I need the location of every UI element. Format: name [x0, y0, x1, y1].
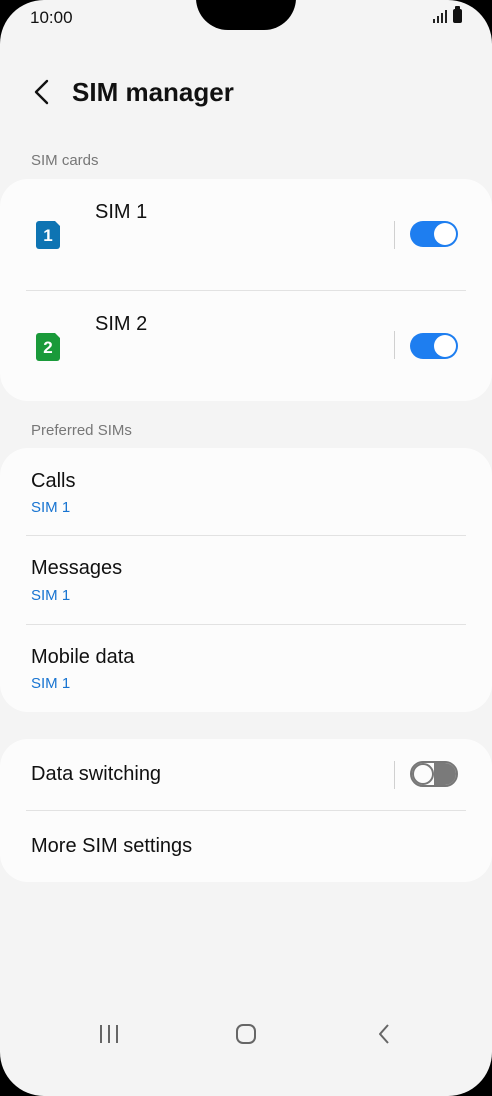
battery-icon — [453, 6, 462, 23]
preferred-calls-row[interactable]: Calls SIM 1 — [0, 448, 492, 536]
section-label-preferred-sims: Preferred SIMs — [31, 422, 132, 439]
back-button[interactable] — [26, 76, 58, 108]
screen: 10:00 SIM manager SIM cards 1 SIM 1 2 SI… — [0, 0, 492, 1096]
sim-1-icon: 1 — [36, 220, 61, 249]
status-time: 10:00 — [30, 8, 73, 27]
mobile-data-value: SIM 1 — [31, 675, 71, 692]
vertical-divider — [394, 761, 395, 789]
sim-1-name: SIM 1 — [95, 201, 148, 223]
chevron-left-icon — [34, 79, 49, 105]
home-icon — [236, 1024, 256, 1044]
messages-title: Messages — [31, 557, 123, 579]
page-title: SIM manager — [72, 77, 234, 107]
sim-cards-card: 1 SIM 1 2 SIM 2 — [0, 179, 492, 401]
more-sim-settings-row[interactable]: More SIM settings — [0, 811, 492, 882]
recents-button[interactable] — [79, 1004, 139, 1064]
more-sim-settings-title: More SIM settings — [31, 835, 193, 857]
camera-notch — [196, 0, 296, 30]
preferred-mobile-data-row[interactable]: Mobile data SIM 1 — [0, 625, 492, 712]
sim-row-2[interactable]: 2 SIM 2 — [0, 291, 492, 401]
calls-value: SIM 1 — [31, 499, 71, 516]
signal-icon — [433, 9, 447, 23]
preferred-messages-row[interactable]: Messages SIM 1 — [0, 536, 492, 625]
sim-2-icon: 2 — [36, 332, 61, 361]
messages-value: SIM 1 — [31, 587, 71, 604]
navigation-bar — [0, 1024, 492, 1096]
vertical-divider — [394, 331, 395, 359]
preferred-sims-card: Calls SIM 1 Messages SIM 1 Mobile data S… — [0, 448, 492, 712]
sim-row-1[interactable]: 1 SIM 1 — [0, 179, 492, 291]
back-icon — [379, 1024, 389, 1044]
header: SIM manager — [0, 72, 492, 112]
sim-2-name: SIM 2 — [95, 313, 148, 335]
data-switching-title: Data switching — [31, 763, 162, 785]
nav-back-button[interactable] — [354, 1004, 414, 1064]
sim-2-toggle[interactable] — [410, 333, 458, 359]
other-settings-card: Data switching More SIM settings — [0, 739, 492, 882]
status-icons — [433, 6, 462, 23]
vertical-divider — [394, 221, 395, 249]
data-switching-toggle[interactable] — [410, 761, 458, 787]
mobile-data-title: Mobile data — [31, 646, 135, 668]
section-label-sim-cards: SIM cards — [31, 152, 99, 169]
home-button[interactable] — [216, 1004, 276, 1064]
sim-1-toggle[interactable] — [410, 221, 458, 247]
calls-title: Calls — [31, 470, 76, 492]
recents-icon — [100, 1025, 118, 1043]
data-switching-row[interactable]: Data switching — [0, 739, 492, 811]
